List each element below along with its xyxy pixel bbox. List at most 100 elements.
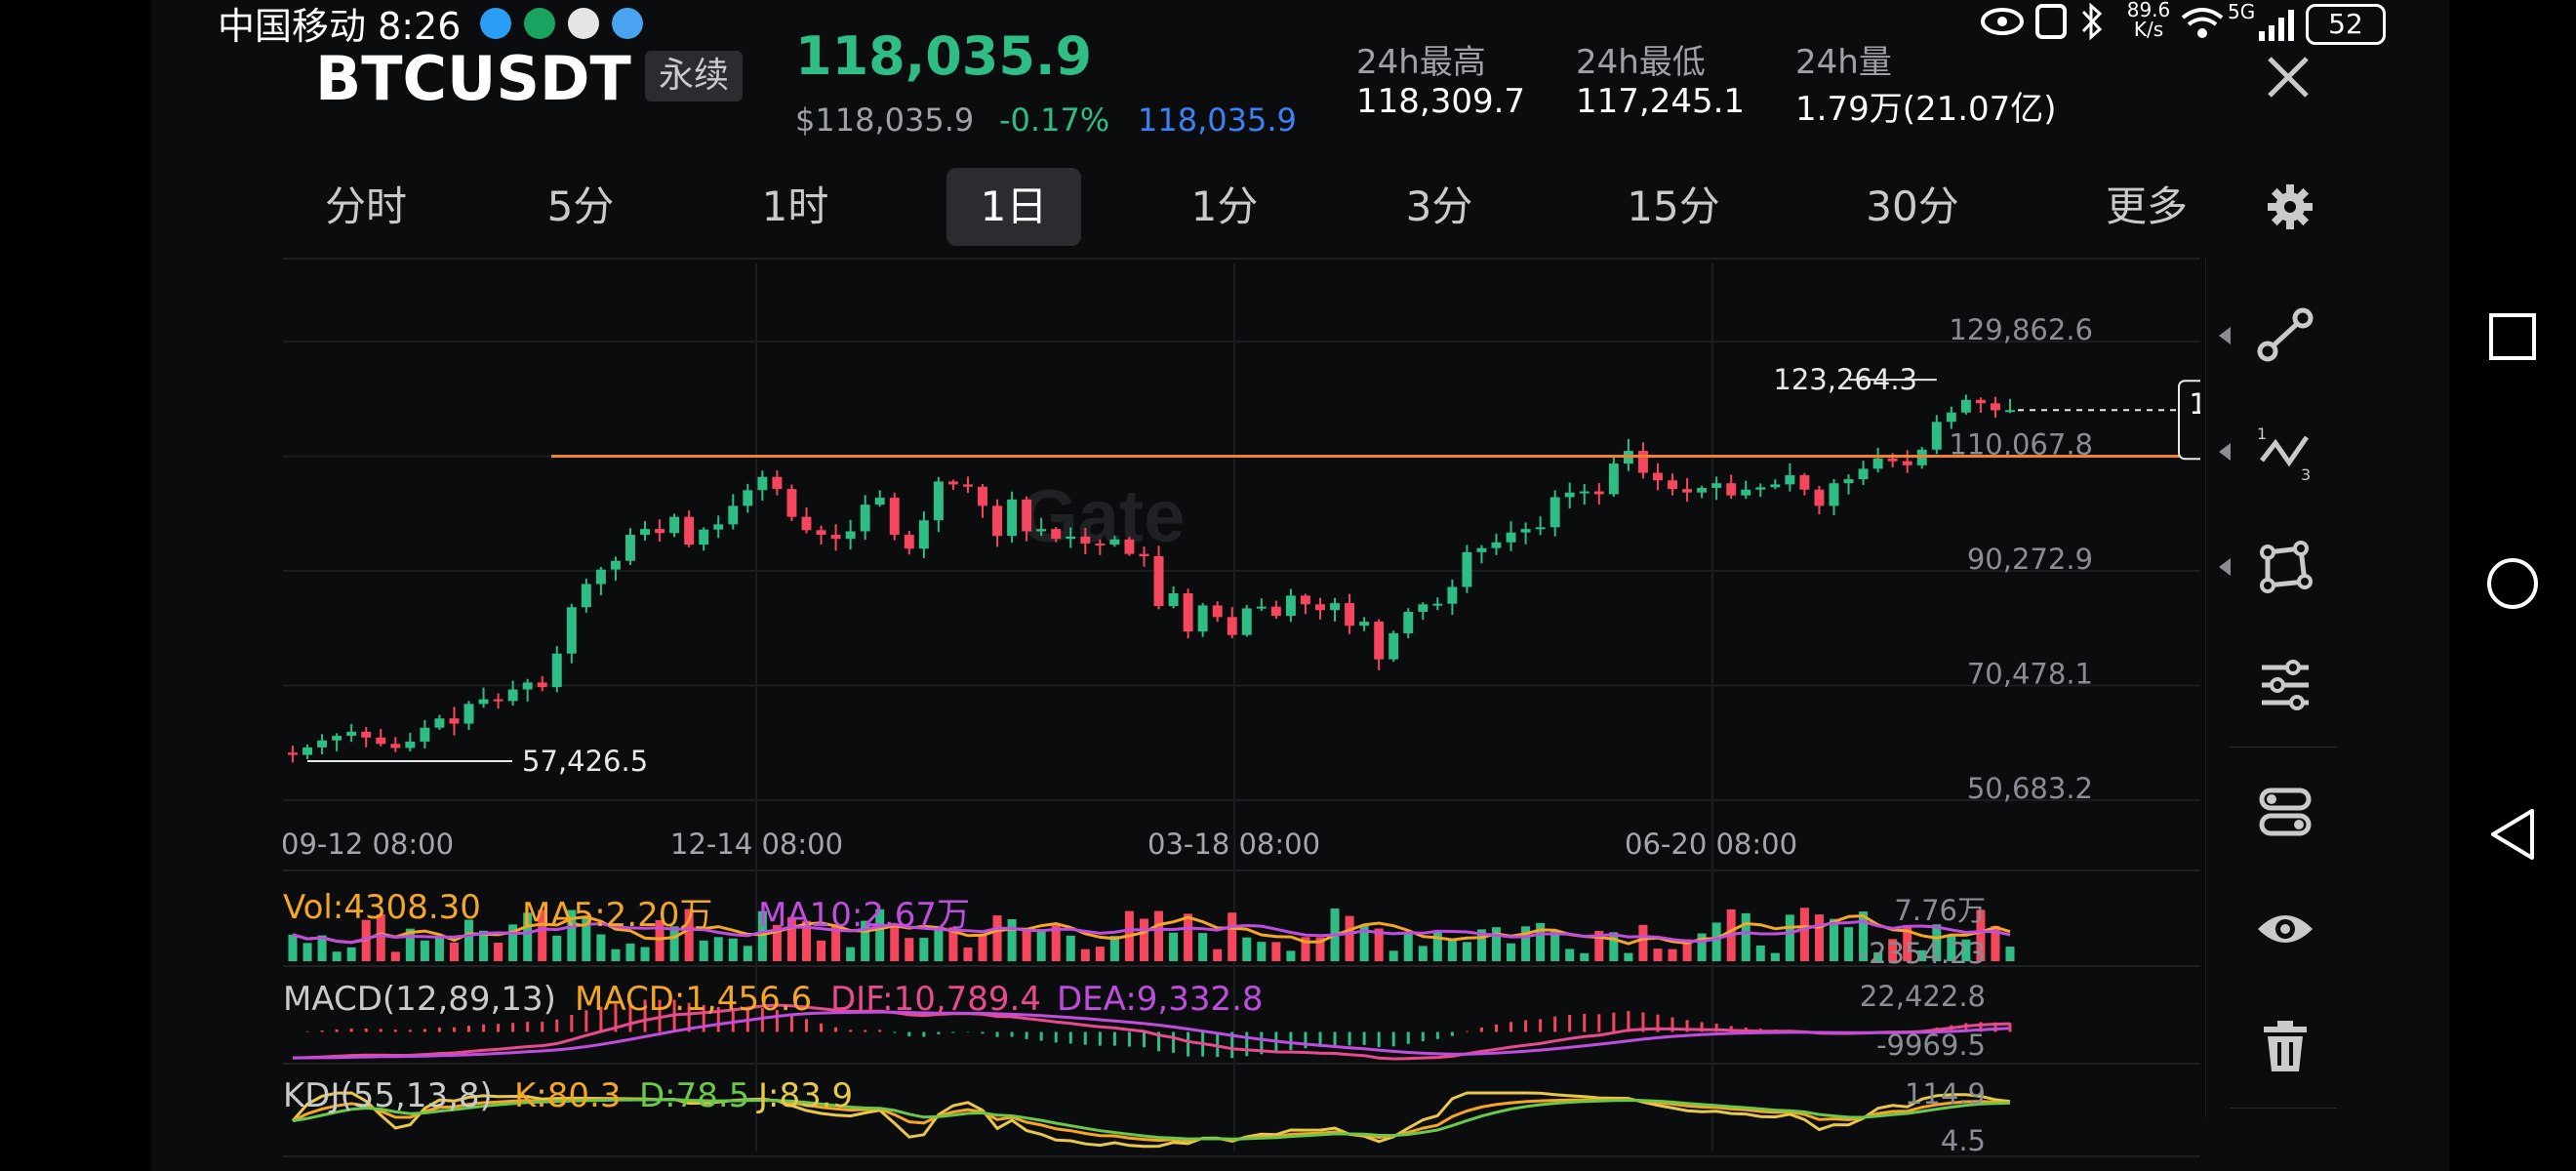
volume-bar — [625, 943, 635, 961]
candle-body — [1814, 489, 1825, 506]
candle-body — [1330, 603, 1340, 611]
candle-body — [332, 736, 342, 741]
candle-body — [933, 481, 944, 521]
tab-timeframe-7[interactable]: 15分 — [1605, 168, 1742, 246]
tab-timeframe-2[interactable]: 5分 — [522, 168, 639, 246]
tool-separator — [2230, 1108, 2337, 1109]
wave-tool-icon[interactable]: 13 — [2254, 422, 2316, 484]
tab-timeframe-3[interactable]: 1时 — [737, 168, 854, 246]
candle-body — [699, 529, 709, 545]
back-icon[interactable] — [2483, 805, 2542, 864]
candle-body — [1564, 492, 1575, 498]
candle-body — [1682, 489, 1693, 493]
volume-bar — [728, 938, 738, 961]
symbol-title[interactable]: BTCUSDT — [315, 43, 631, 114]
candle-body — [801, 516, 812, 531]
vol-y-max: 7.76万 — [1894, 894, 1986, 927]
close-icon[interactable] — [2266, 55, 2311, 100]
volume-bar — [1447, 939, 1457, 961]
volume-bar — [743, 946, 752, 961]
candle-body — [860, 505, 870, 532]
candle-body — [1726, 483, 1737, 496]
macd-value: MACD:1,456.6 — [575, 980, 813, 1019]
candle-body — [728, 505, 739, 525]
trash-icon[interactable] — [2254, 1015, 2316, 1077]
expand-arrow-icon[interactable] — [2217, 441, 2233, 463]
eye-visibility-icon[interactable] — [2254, 898, 2316, 960]
tab-more[interactable]: 更多 — [2078, 168, 2215, 246]
volume-bar — [963, 947, 973, 961]
high-label: 24h最高 — [1356, 43, 1486, 82]
tab-timeframe-5[interactable]: 1分 — [1166, 168, 1283, 246]
volume-bar — [1066, 935, 1075, 961]
candle-body — [1403, 611, 1414, 633]
vol-ma10-label: MA10:2.67万 — [758, 896, 971, 935]
candle-body — [830, 535, 841, 540]
rectangle-tool-icon[interactable] — [2254, 537, 2316, 599]
net-speed: 89.6 K/s — [2122, 0, 2175, 39]
kdj-j: J:83.9 — [758, 1076, 854, 1115]
volume-bar — [1036, 929, 1046, 961]
candle-body — [434, 718, 445, 728]
volume-bar — [346, 947, 356, 961]
parallel-lines-tool-icon[interactable] — [2254, 654, 2316, 716]
trend-line-tool-icon[interactable] — [2254, 304, 2316, 367]
candle-body — [449, 718, 460, 724]
tab-timeframe-4[interactable]: 1日 — [946, 168, 1081, 246]
last-price: 118,035.9 — [795, 25, 1093, 87]
tab-timeframe-6[interactable]: 3分 — [1381, 168, 1498, 246]
recent-apps-icon[interactable] — [2483, 307, 2542, 366]
candle-body — [1270, 606, 1281, 617]
volume-bar — [1403, 932, 1413, 961]
drawing-layers-icon[interactable] — [2254, 781, 2316, 843]
volume-bar — [1389, 950, 1398, 961]
volume-bar — [817, 940, 826, 961]
candle-body — [420, 727, 430, 742]
candle-body — [1197, 605, 1208, 632]
volume-bar — [1507, 943, 1516, 961]
volume-bar — [1007, 919, 1017, 961]
macd-y-max: 22,422.8 — [1859, 980, 1986, 1013]
svg-text:1: 1 — [2257, 424, 2267, 443]
volume-bar — [596, 934, 606, 961]
vol-value-label: Vol:4308.30 — [283, 888, 481, 927]
network-type: 5G — [2228, 0, 2256, 23]
candle-body — [1946, 412, 1956, 423]
app-root: 中国移动 8:26 89.6 K/s 5G 52 BTCUSDT 永续 118,… — [0, 0, 2576, 1171]
tab-timeframe-8[interactable]: 30分 — [1844, 168, 1981, 246]
expand-arrow-icon[interactable] — [2217, 325, 2233, 346]
battery-indicator: 52 — [2306, 4, 2386, 45]
candle-body — [1697, 487, 1708, 493]
volume-bar — [1580, 952, 1590, 961]
change-percent: -0.17% — [999, 101, 1110, 139]
volume-bar — [978, 935, 987, 961]
usd-price: $118,035.9 — [795, 101, 975, 139]
candle-body — [361, 731, 372, 738]
tab-timeframe-1[interactable]: 分时 — [298, 168, 434, 246]
candle-body — [757, 476, 768, 491]
volume-bar — [1169, 932, 1179, 961]
contract-type-badge: 永续 — [645, 51, 743, 101]
candle-body — [1022, 499, 1032, 532]
volume-bar — [332, 951, 342, 961]
settings-gear-icon[interactable] — [2267, 183, 2314, 230]
expand-arrow-icon[interactable] — [2217, 556, 2233, 578]
candle-body — [1975, 399, 1986, 404]
candle-body — [1637, 450, 1648, 473]
candle-body — [1345, 603, 1355, 626]
vol-label: 24h量 — [1795, 43, 1892, 82]
volume-bar — [1432, 931, 1442, 961]
candle-body — [1359, 622, 1370, 626]
volume-bar — [1668, 949, 1677, 961]
candle-body — [302, 747, 313, 755]
candle-body — [743, 490, 753, 506]
home-icon[interactable] — [2483, 554, 2542, 613]
volume-bar — [1711, 922, 1721, 961]
candle-body — [1007, 499, 1018, 537]
x-tick-3: 03-18 08:00 — [1147, 828, 1321, 861]
y-tick-label: 70,478.1 — [1967, 657, 2093, 690]
app-frame: 中国移动 8:26 89.6 K/s 5G 52 BTCUSDT 永续 118,… — [151, 0, 2449, 1171]
candle-body — [669, 516, 680, 534]
eye-nfc-bluetooth-icon — [1981, 2, 2103, 41]
candle-body — [1872, 458, 1883, 469]
